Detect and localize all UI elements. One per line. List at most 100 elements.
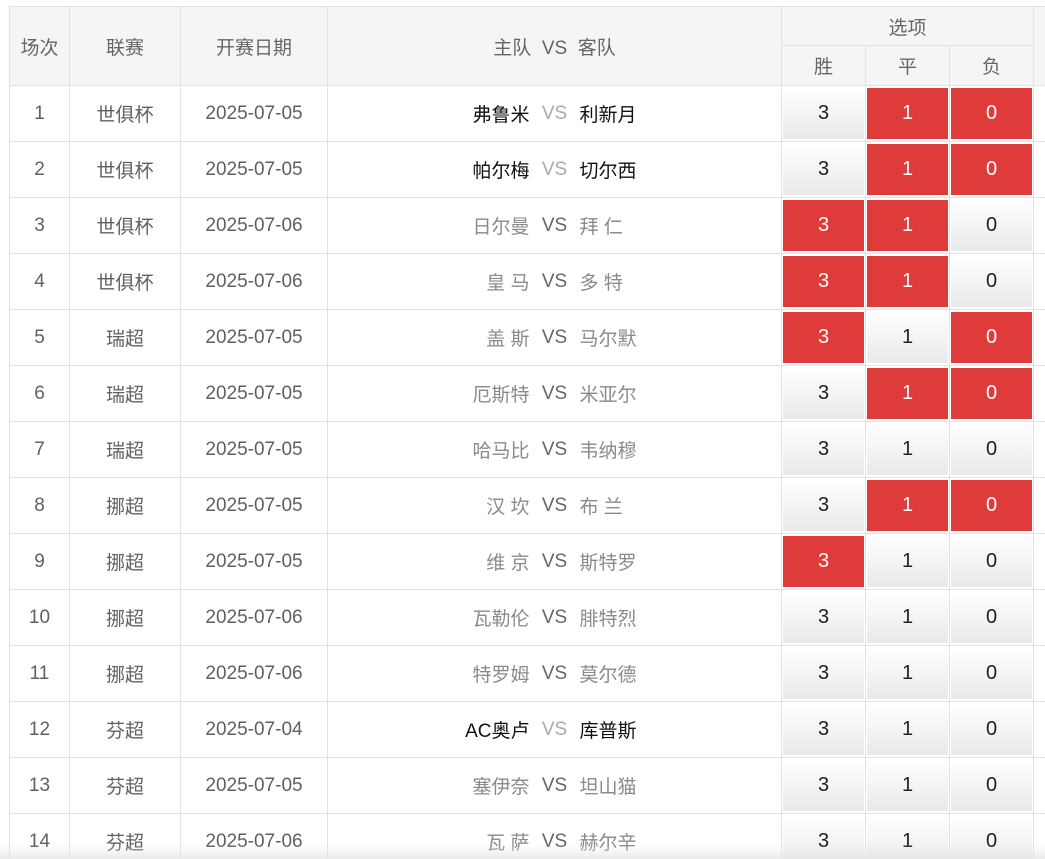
scroll-fade [0,845,1045,859]
option-draw-button[interactable]: 1 [867,480,948,531]
option-win-button[interactable]: 3 [783,368,864,419]
option-cell-loss: 0 [948,365,1035,422]
option-win-button[interactable]: 3 [783,424,864,475]
row-match: 哈马比 VS 韦纳穆 [327,421,782,478]
away-team: 利新月 [579,105,637,126]
option-draw-button[interactable]: 1 [867,536,948,587]
row-league: 世俱杯 [69,253,181,310]
option-cell-draw: 1 [865,421,950,478]
home-team: 皇 马 [486,273,530,294]
header-draw: 平 [865,45,950,86]
option-loss-button[interactable]: 0 [951,536,1033,587]
row-league: 瑞超 [69,309,181,366]
option-draw-button[interactable]: 1 [867,312,948,363]
option-draw-button[interactable]: 1 [867,760,948,811]
row-date: 2025-07-06 [180,197,328,254]
option-draw-button[interactable]: 1 [867,256,948,307]
row-match: 盖 斯 VS 马尔默 [327,309,782,366]
vs-label: VS [541,662,568,684]
option-win-button[interactable]: 3 [783,592,864,643]
table-row: 9 挪超 2025-07-05 维 京 VS 斯特罗 3 1 0 [9,533,1045,590]
row-extra [1033,421,1045,478]
row-league: 瑞超 [69,421,181,478]
option-cell-win: 3 [781,701,866,758]
option-loss-button[interactable]: 0 [951,760,1033,811]
option-loss-button[interactable]: 0 [951,704,1033,755]
table-header: 场次 联赛 开赛日期 主队 VS 客队 选项 胜 平 负 [9,6,1045,86]
match-teams: 特罗姆 VS 莫尔德 [328,660,781,687]
row-index: 13 [9,757,70,814]
option-cell-win: 3 [781,421,866,478]
row-match: 瓦勒伦 VS 腓特烈 [327,589,782,646]
row-extra [1033,757,1045,814]
option-win-button[interactable]: 3 [783,648,864,699]
option-draw-button[interactable]: 1 [867,144,948,195]
option-win-button[interactable]: 3 [783,704,864,755]
match-teams: 瓦勒伦 VS 腓特烈 [328,604,781,631]
option-loss-button[interactable]: 0 [951,648,1033,699]
option-draw-button[interactable]: 1 [867,200,948,251]
option-win-button[interactable]: 3 [783,88,864,139]
row-date: 2025-07-05 [180,533,328,590]
option-cell-win: 3 [781,477,866,534]
option-draw-button[interactable]: 1 [867,704,948,755]
header-extra [1033,6,1045,86]
option-draw-button[interactable]: 1 [867,368,948,419]
row-index: 8 [9,477,70,534]
away-team: 布 兰 [579,497,623,518]
option-win-button[interactable]: 3 [783,760,864,811]
option-win-button[interactable]: 3 [783,536,864,587]
option-loss-button[interactable]: 0 [951,480,1033,531]
option-win-button[interactable]: 3 [783,480,864,531]
row-date: 2025-07-05 [180,421,328,478]
row-date: 2025-07-05 [180,141,328,198]
vs-label: VS [541,606,568,628]
option-loss-button[interactable]: 0 [951,424,1033,475]
option-draw-button[interactable]: 1 [867,424,948,475]
row-match: 帕尔梅 VS 切尔西 [327,141,782,198]
match-teams: 哈马比 VS 韦纳穆 [328,436,781,463]
option-loss-button[interactable]: 0 [951,144,1033,195]
option-loss-button[interactable]: 0 [951,312,1033,363]
home-team: 塞伊奈 [472,777,530,798]
match-teams: 日尔曼 VS 拜 仁 [328,212,781,239]
match-teams: 盖 斯 VS 马尔默 [328,324,781,351]
option-win-button[interactable]: 3 [783,256,864,307]
home-team: 日尔曼 [472,217,530,238]
option-loss-button[interactable]: 0 [951,88,1033,139]
option-loss-button[interactable]: 0 [951,592,1033,643]
option-loss-button[interactable]: 0 [951,368,1033,419]
vs-label: VS [541,158,568,180]
option-cell-draw: 1 [865,141,950,198]
row-league: 挪超 [69,477,181,534]
match-teams: 弗鲁米 VS 利新月 [328,100,781,127]
row-date: 2025-07-05 [180,85,328,142]
option-draw-button[interactable]: 1 [867,88,948,139]
option-win-button[interactable]: 3 [783,200,864,251]
option-cell-draw: 1 [865,197,950,254]
option-win-button[interactable]: 3 [783,144,864,195]
table-body: 1 世俱杯 2025-07-05 弗鲁米 VS 利新月 3 1 0 2 世俱杯 2025-07-05 帕… [9,85,1045,859]
option-loss-button[interactable]: 0 [951,256,1033,307]
row-date: 2025-07-05 [180,757,328,814]
vs-label: VS [541,270,568,292]
row-date: 2025-07-06 [180,645,328,702]
away-team: 斯特罗 [579,553,637,574]
option-loss-button[interactable]: 0 [951,200,1033,251]
row-league: 挪超 [69,589,181,646]
option-cell-draw: 1 [865,589,950,646]
row-date: 2025-07-05 [180,309,328,366]
home-team: 盖 斯 [486,329,530,350]
option-win-button[interactable]: 3 [783,312,864,363]
table-row: 2 世俱杯 2025-07-05 帕尔梅 VS 切尔西 3 1 0 [9,141,1045,198]
row-index: 6 [9,365,70,422]
row-index: 9 [9,533,70,590]
vs-label: VS [541,494,568,516]
row-match: 维 京 VS 斯特罗 [327,533,782,590]
row-match: 塞伊奈 VS 坦山猫 [327,757,782,814]
row-extra [1033,645,1045,702]
table-row: 6 瑞超 2025-07-05 厄斯特 VS 米亚尔 3 1 0 [9,365,1045,422]
option-draw-button[interactable]: 1 [867,592,948,643]
header-options: 选项 [780,6,1035,46]
option-draw-button[interactable]: 1 [867,648,948,699]
